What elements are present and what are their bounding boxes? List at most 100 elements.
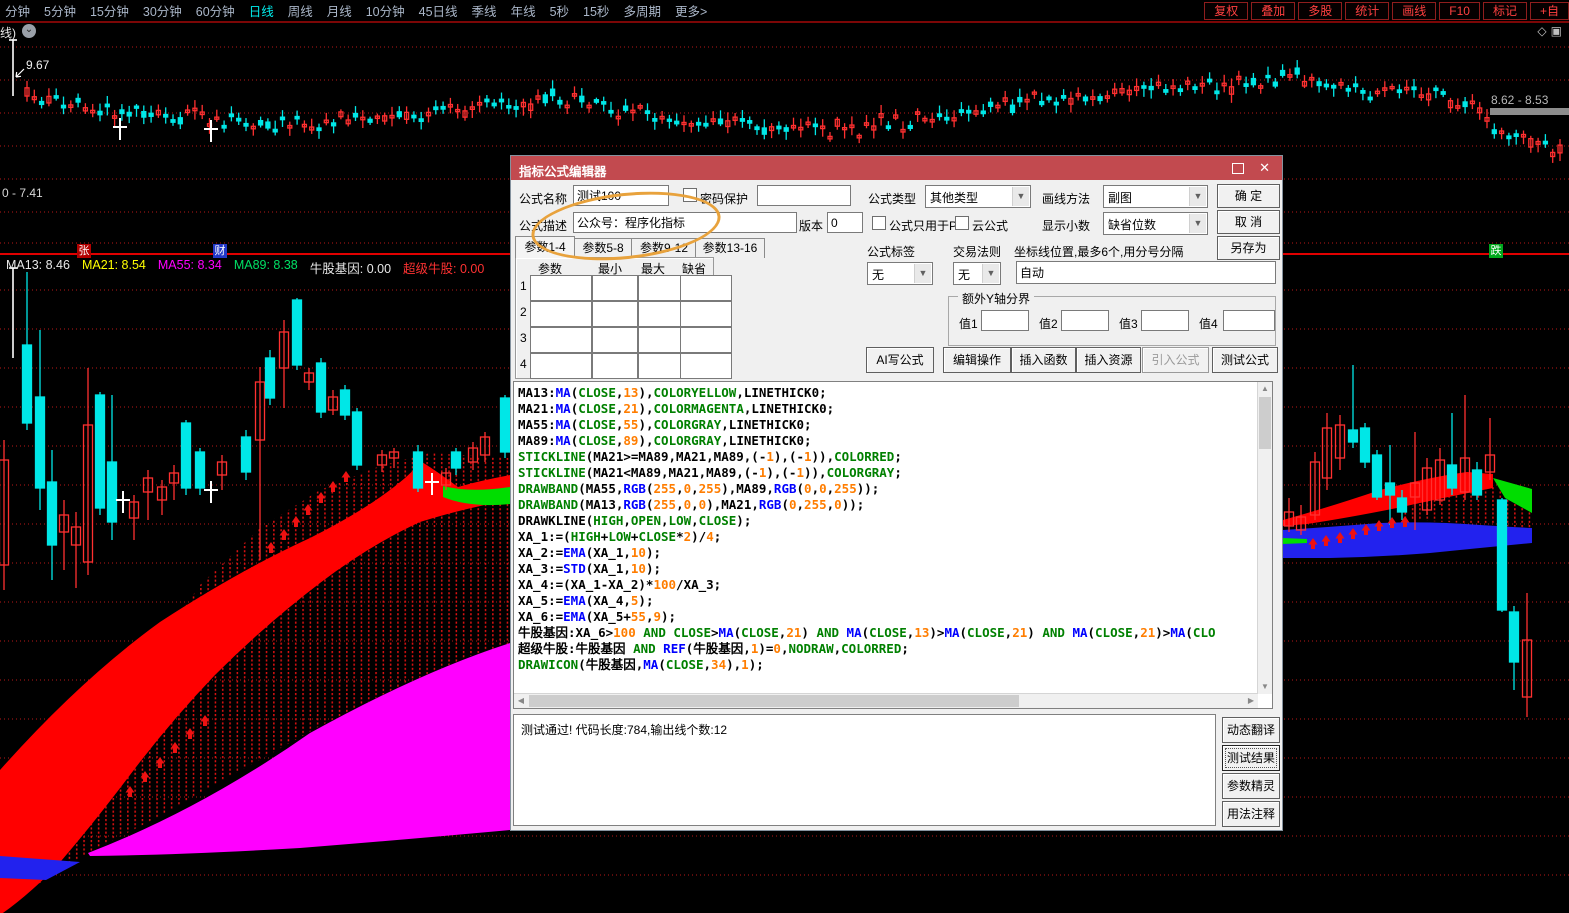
param-input-r2c1[interactable]: [530, 301, 592, 327]
value1-input[interactable]: [981, 310, 1029, 331]
tab-参数5-8[interactable]: 参数5-8: [573, 238, 633, 258]
side-button-测试结果[interactable]: 测试结果: [1222, 745, 1280, 771]
param-input-r3c3[interactable]: [638, 327, 682, 353]
scroll-left-icon[interactable]: ◀: [514, 694, 528, 708]
scroll-down-icon[interactable]: ▼: [1258, 680, 1272, 694]
menu-item-60分钟[interactable]: 60分钟: [196, 1, 235, 20]
value3-input[interactable]: [1141, 310, 1189, 331]
menu-button-叠加[interactable]: 叠加: [1251, 2, 1295, 20]
menu-item-10分钟[interactable]: 10分钟: [366, 1, 405, 20]
param-input-r1c3[interactable]: [638, 275, 682, 301]
password-input[interactable]: [757, 185, 851, 206]
tab-参数13-16[interactable]: 参数13-16: [695, 238, 765, 258]
menu-item-30分钟[interactable]: 30分钟: [143, 1, 182, 20]
param-input-r3c1[interactable]: [530, 327, 592, 353]
menu-button-画线[interactable]: 画线: [1392, 2, 1436, 20]
panel-icon[interactable]: ▣: [1551, 24, 1566, 38]
vertical-scroll-thumb[interactable]: [1259, 397, 1271, 449]
value2-input[interactable]: [1061, 310, 1109, 331]
button-编辑操作[interactable]: 编辑操作: [943, 347, 1011, 373]
formula-tag-select[interactable]: 无▼: [867, 262, 933, 285]
price-annotation: 9.67: [26, 58, 49, 72]
menu-item-5秒[interactable]: 5秒: [550, 1, 569, 20]
menu-button-复权[interactable]: 复权: [1204, 2, 1248, 20]
horizontal-scrollbar[interactable]: ◀ ▶: [514, 693, 1258, 708]
menu-item-分钟[interactable]: 分钟: [5, 1, 30, 20]
close-icon[interactable]: ✕: [1259, 160, 1270, 176]
ok-button[interactable]: 确 定: [1217, 184, 1280, 208]
button-引入公式: 引入公式: [1142, 347, 1209, 373]
param-input-r2c4[interactable]: [680, 301, 732, 327]
menu-item-月线[interactable]: 月线: [327, 1, 352, 20]
scroll-up-icon[interactable]: ▲: [1258, 382, 1272, 396]
corner-icons: ◇▣: [1537, 24, 1566, 38]
param-input-r1c1[interactable]: [530, 275, 592, 301]
param-input-r4c3[interactable]: [638, 353, 682, 379]
chevron-down-icon[interactable]: ▼: [982, 264, 999, 283]
password-checkbox[interactable]: [683, 188, 697, 202]
formula-name-input[interactable]: [573, 185, 669, 206]
param-input-r2c3[interactable]: [638, 301, 682, 327]
chevron-down-icon[interactable]: ▼: [1012, 187, 1029, 206]
menu-button-统计[interactable]: 统计: [1345, 2, 1389, 20]
param-input-r1c2[interactable]: [592, 275, 638, 301]
collapse-icon[interactable]: ⌄: [22, 24, 36, 38]
side-button-参数精灵[interactable]: 参数精灵: [1222, 773, 1280, 799]
maximize-icon[interactable]: [1232, 163, 1244, 174]
param-input-r3c2[interactable]: [592, 327, 638, 353]
tab-参数9-12[interactable]: 参数9-12: [631, 238, 697, 258]
chevron-down-icon[interactable]: ▼: [1189, 214, 1206, 233]
formula-type-select[interactable]: 其他类型▼: [925, 185, 1031, 208]
menu-button-多股[interactable]: 多股: [1298, 2, 1342, 20]
value4-input[interactable]: [1223, 310, 1275, 331]
menu-item-周线[interactable]: 周线: [288, 1, 313, 20]
menu-item-季线[interactable]: 季线: [472, 1, 497, 20]
button-AI写公式[interactable]: AI写公式: [866, 347, 934, 373]
param-input-r3c4[interactable]: [680, 327, 732, 353]
menu-item-更多>[interactable]: 更多>: [675, 1, 707, 20]
button-插入函数[interactable]: 插入函数: [1011, 347, 1076, 373]
side-button-用法注释[interactable]: 用法注释: [1222, 801, 1280, 827]
cloud-checkbox[interactable]: [955, 216, 969, 230]
button-插入资源[interactable]: 插入资源: [1076, 347, 1141, 373]
pc-only-checkbox[interactable]: [872, 216, 886, 230]
button-测试公式[interactable]: 测试公式: [1212, 347, 1278, 373]
formula-desc-input[interactable]: [573, 212, 797, 233]
param-input-r4c4[interactable]: [680, 353, 732, 379]
save-as-button[interactable]: 另存为: [1217, 236, 1280, 260]
menu-button-F10[interactable]: F10: [1439, 2, 1480, 20]
menu-item-年线[interactable]: 年线: [511, 1, 536, 20]
formula-editor-dialog: 指标公式编辑器 ✕ 公式名称 密码保护 公式类型 其他类型▼ 画线方法 副图▼ …: [510, 155, 1283, 831]
axis-pos-input[interactable]: [1016, 261, 1276, 284]
menu-item-日线[interactable]: 日线: [249, 1, 274, 20]
horizontal-scroll-thumb[interactable]: [529, 695, 1019, 707]
menu-button-标记[interactable]: 标记: [1483, 2, 1527, 20]
draw-method-select[interactable]: 副图▼: [1103, 185, 1208, 208]
side-button-动态翻译[interactable]: 动态翻译: [1222, 717, 1280, 743]
param-input-r4c2[interactable]: [592, 353, 638, 379]
trade-rule-select[interactable]: 无▼: [953, 262, 1001, 285]
menu-button-+自[interactable]: +自: [1530, 2, 1569, 20]
chevron-down-icon[interactable]: ▼: [914, 264, 931, 283]
tab-参数1-4[interactable]: 参数1-4: [515, 236, 575, 258]
menu-item-15分钟[interactable]: 15分钟: [90, 1, 129, 20]
scroll-right-icon[interactable]: ▶: [1244, 694, 1258, 708]
cloud-label: 云公式: [972, 217, 1008, 234]
menu-item-15秒[interactable]: 15秒: [583, 1, 609, 20]
mini-scrollbar[interactable]: [1490, 108, 1569, 115]
formula-code[interactable]: MA13:MA(CLOSE,13),COLORYELLOW,LINETHICK0…: [518, 385, 1256, 692]
diamond-icon[interactable]: ◇: [1537, 24, 1550, 38]
dialog-title-bar[interactable]: 指标公式编辑器 ✕: [511, 156, 1282, 180]
cancel-button[interactable]: 取 消: [1217, 210, 1280, 234]
menu-item-5分钟[interactable]: 5分钟: [44, 1, 76, 20]
menu-item-多周期[interactable]: 多周期: [623, 1, 661, 20]
param-input-r2c2[interactable]: [592, 301, 638, 327]
param-input-r1c4[interactable]: [680, 275, 732, 301]
menu-item-45日线[interactable]: 45日线: [419, 1, 458, 20]
param-input-r4c1[interactable]: [530, 353, 592, 379]
vertical-scrollbar[interactable]: ▲ ▼: [1257, 382, 1272, 694]
code-editor[interactable]: MA13:MA(CLOSE,13),COLORYELLOW,LINETHICK0…: [513, 381, 1273, 709]
version-input[interactable]: [827, 212, 863, 233]
chevron-down-icon[interactable]: ▼: [1189, 187, 1206, 206]
decimals-select[interactable]: 缺省位数▼: [1103, 212, 1208, 235]
